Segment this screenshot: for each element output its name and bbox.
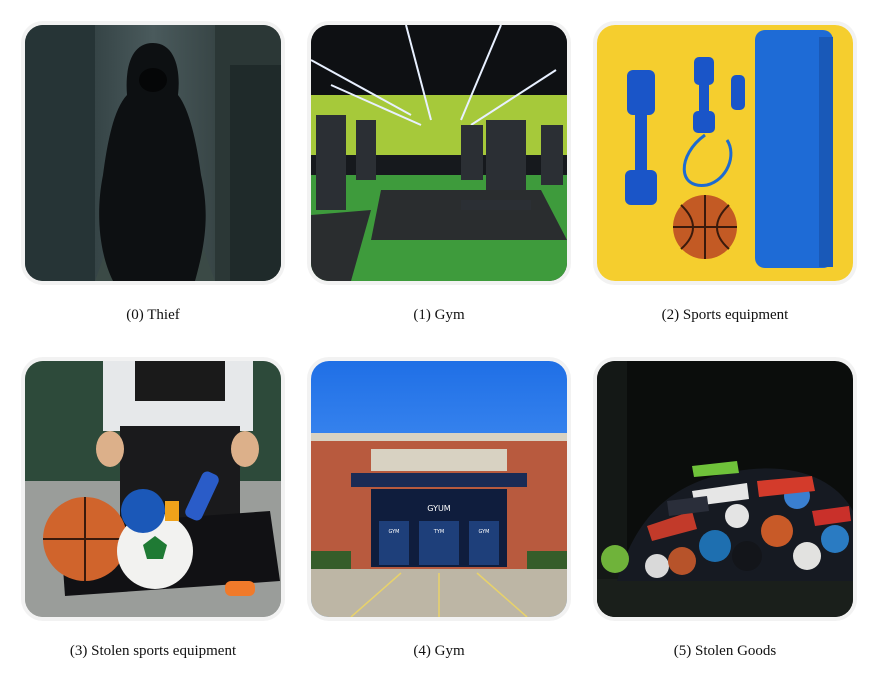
door-sign-center: TYM [433,529,444,535]
door-sign-right: GYM [479,529,490,535]
image-gym-interior [311,25,567,281]
image-caption: (3) Stolen sports equipment [69,643,237,659]
image-caption: (4) Gym [413,643,465,659]
image-caption: (2) Sports equipment [661,307,789,323]
building-sign: GYUM [427,504,451,513]
image-caption: (0) Thief [126,307,180,323]
door-sign-left: GYM [389,529,400,535]
image-sports-equipment [597,25,853,281]
image-caption: (5) Stolen Goods [673,643,777,659]
image-gym-exterior: GYUM GYM TYM GYM [311,361,567,617]
image-stolen-sports-equipment [25,361,281,617]
image-stolen-goods [597,361,853,617]
image-caption: (1) Gym [413,307,465,323]
image-thief [25,25,281,281]
